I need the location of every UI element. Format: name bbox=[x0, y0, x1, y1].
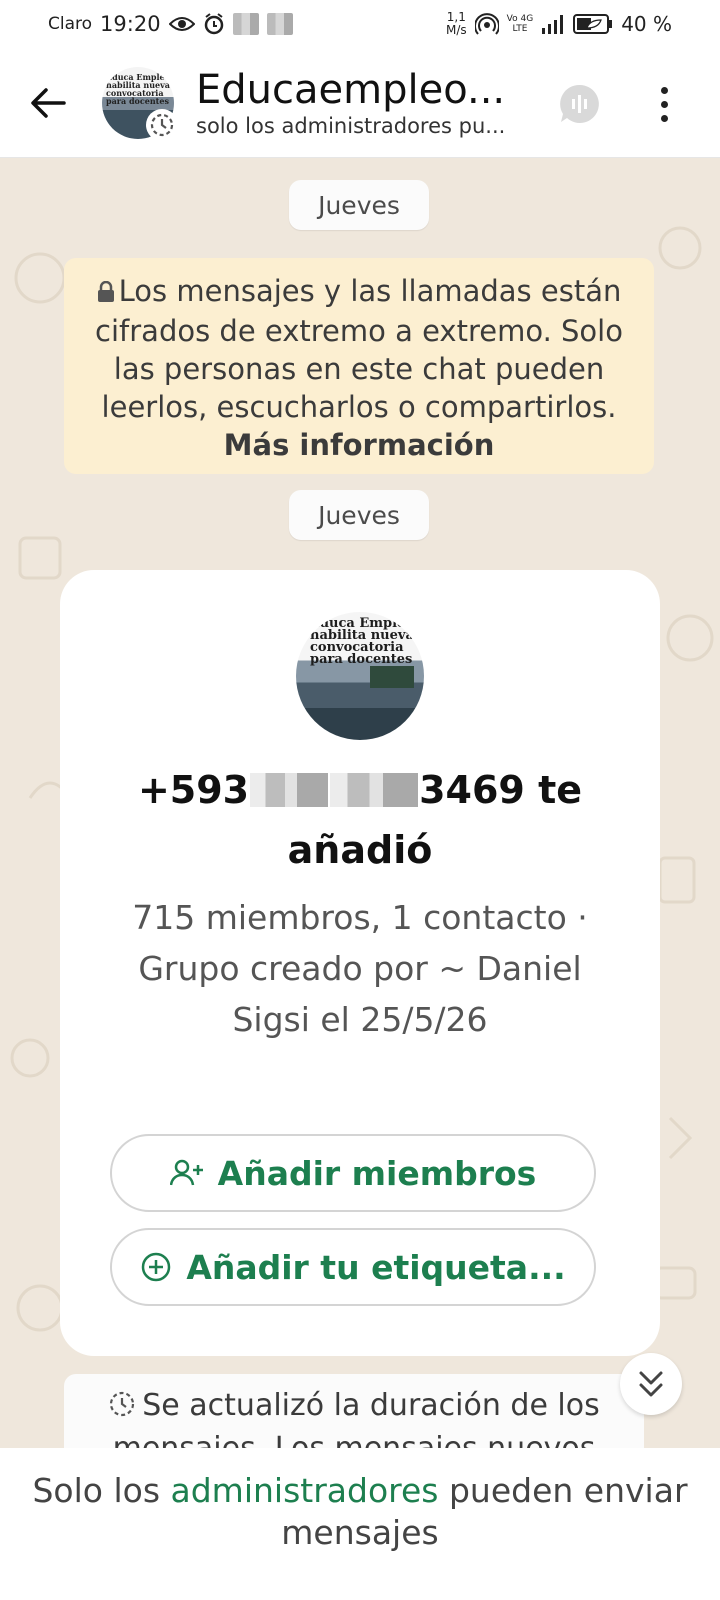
add-members-label: Añadir miembros bbox=[217, 1153, 537, 1193]
chalkboard-graphic bbox=[370, 666, 414, 688]
chat-messages-area[interactable]: Jueves Los mensajes y las llamadas están… bbox=[0, 158, 720, 1448]
network-speed: 1,1 M/s bbox=[446, 11, 467, 37]
chat-title: Educaempleo... bbox=[196, 66, 506, 113]
date-separator: Jueves bbox=[289, 490, 429, 540]
chat-subtitle: solo los administradores pu... bbox=[196, 113, 506, 138]
administrators-link[interactable]: administradores bbox=[171, 1471, 439, 1510]
group-added-card: Educa Empleo habilita nueva convocatoria… bbox=[60, 570, 660, 1356]
signal-icon bbox=[541, 14, 565, 34]
dot-icon bbox=[660, 114, 668, 122]
battery-icon bbox=[573, 14, 613, 34]
network-speed-unit: M/s bbox=[446, 23, 467, 37]
group-avatar[interactable]: Educa Empleo habilita nueva convocatoria… bbox=[102, 66, 178, 141]
network-type-top: Vo 4G bbox=[506, 14, 534, 24]
arrow-left-icon bbox=[31, 87, 66, 118]
notification-icon bbox=[266, 13, 293, 35]
disappearing-messages-notice[interactable]: Se actualizó la duración de los mensajes… bbox=[64, 1374, 644, 1448]
add-members-button[interactable]: Añadir miembros bbox=[110, 1134, 596, 1212]
voice-chat-button[interactable] bbox=[556, 80, 604, 128]
avatar-poster-text: Educa Empleo habilita nueva convocatoria… bbox=[106, 71, 170, 106]
back-button[interactable] bbox=[24, 79, 72, 127]
plus-circle-icon bbox=[142, 1252, 171, 1282]
added-by-text: +593 3469 te añadió bbox=[90, 760, 630, 880]
network-type-bottom: LTE bbox=[512, 24, 528, 34]
carrier-label: Claro bbox=[48, 14, 93, 34]
added-by-prefix: +593 bbox=[137, 768, 250, 812]
eye-icon bbox=[168, 15, 195, 33]
notification-icon bbox=[232, 13, 259, 35]
date-separator: Jueves bbox=[289, 180, 429, 230]
group-info-text: 715 miembros, 1 contacto · Grupo creado … bbox=[132, 898, 588, 1039]
alarm-icon bbox=[203, 13, 225, 35]
voice-chat-icon bbox=[560, 84, 599, 123]
more-info-link[interactable]: Más información bbox=[224, 428, 495, 462]
double-chevron-down-icon bbox=[639, 1371, 663, 1397]
footer-prefix: Solo los bbox=[32, 1471, 161, 1510]
hotspot-icon bbox=[474, 13, 499, 35]
network-type: Vo 4G LTE bbox=[507, 14, 534, 34]
redacted-block bbox=[250, 773, 329, 807]
timer-icon bbox=[108, 1389, 136, 1429]
battery-percent: 40 % bbox=[621, 12, 672, 36]
network-speed-value: 1,1 bbox=[446, 10, 466, 24]
status-bar: Claro 19:20 1,1 M/s Vo 4G LTE 40 % bbox=[0, 0, 720, 48]
dot-icon bbox=[660, 86, 668, 94]
dot-icon bbox=[660, 100, 668, 108]
lock-icon bbox=[97, 274, 115, 312]
add-person-icon bbox=[169, 1159, 203, 1186]
timer-icon bbox=[146, 108, 178, 141]
add-tag-button[interactable]: Añadir tu etiqueta... bbox=[110, 1228, 596, 1306]
scroll-to-bottom-button[interactable] bbox=[620, 1353, 682, 1415]
group-profile-photo[interactable]: Educa Empleo habilita nueva convocatoria… bbox=[296, 612, 424, 740]
group-photo-poster-text: Educa Empleo habilita nueva convocatoria… bbox=[310, 616, 414, 667]
encryption-notice[interactable]: Los mensajes y las llamadas están cifrad… bbox=[64, 258, 654, 474]
disappearing-notice-text: Se actualizó la duración de los mensajes… bbox=[113, 1388, 600, 1448]
clock: 19:20 bbox=[100, 12, 161, 36]
admins-only-footer: Solo los administradores pueden enviar m… bbox=[0, 1448, 720, 1600]
chat-header: Educa Empleo habilita nueva convocatoria… bbox=[0, 48, 720, 158]
more-options-button[interactable] bbox=[644, 78, 684, 130]
add-tag-label: Añadir tu etiqueta... bbox=[186, 1247, 566, 1287]
encryption-text: Los mensajes y las llamadas están cifrad… bbox=[95, 274, 623, 424]
chat-title-block[interactable]: Educaempleo... solo los administradores … bbox=[196, 67, 536, 139]
redacted-block bbox=[330, 773, 419, 807]
